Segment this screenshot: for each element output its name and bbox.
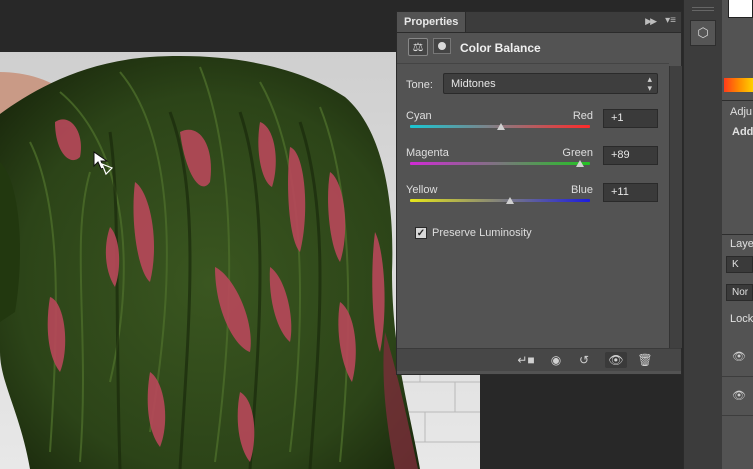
- lock-label: Lock: [730, 313, 753, 325]
- cyan-red-value-field[interactable]: +1: [603, 109, 658, 128]
- visibility-eye-icon[interactable]: 👁: [605, 352, 627, 368]
- slider-label-yellow: Yellow: [406, 184, 438, 196]
- layer-visibility-eye-icon[interactable]: 👁: [732, 389, 746, 402]
- balance-scale-icon[interactable]: ⚖: [408, 38, 428, 56]
- double-chevron-right-icon[interactable]: ▶▶: [645, 16, 657, 27]
- properties-footer: ↵■ ◉ ↺ 👁 🗑: [397, 348, 681, 371]
- panel-scrollbar[interactable]: [669, 66, 682, 348]
- magenta-green-track[interactable]: [410, 162, 590, 165]
- adjustment-title: Color Balance: [460, 41, 541, 55]
- preserve-luminosity-label: Preserve Luminosity: [432, 227, 532, 239]
- cyan-red-thumb[interactable]: [496, 123, 505, 130]
- clip-to-layer-icon[interactable]: ↵■: [515, 352, 537, 368]
- magenta-green-value-field[interactable]: +89: [603, 146, 658, 165]
- tone-value: Midtones: [451, 78, 496, 90]
- blend-mode-select[interactable]: Nor: [726, 284, 753, 301]
- view-previous-state-icon[interactable]: ◉: [545, 352, 567, 368]
- layers-panel-title[interactable]: Laye: [730, 238, 753, 250]
- slider-label-cyan: Cyan: [406, 110, 432, 122]
- tone-dropdown[interactable]: Midtones ▴ ▾: [443, 73, 658, 94]
- panel-tab-bar: Properties ▶▶ ▾≡: [397, 12, 681, 33]
- properties-dock-icon[interactable]: ⬡: [690, 20, 716, 46]
- reset-icon[interactable]: ↺: [573, 352, 595, 368]
- slider-label-green: Green: [562, 147, 593, 159]
- yellow-blue-thumb[interactable]: [505, 197, 514, 204]
- panel-divider: [722, 234, 753, 235]
- magenta-green-thumb[interactable]: [576, 160, 585, 167]
- tone-label: Tone:: [406, 79, 433, 91]
- yellow-blue-value-field[interactable]: +11: [603, 183, 658, 202]
- preserve-luminosity-checkbox[interactable]: ✓: [415, 227, 427, 239]
- panel-divider: [722, 100, 753, 101]
- layer-visibility-eye-icon[interactable]: 👁: [732, 350, 746, 363]
- panel-menu-icon[interactable]: ▾≡: [665, 15, 676, 26]
- yellow-blue-track[interactable]: [410, 199, 590, 202]
- header-divider: [397, 63, 669, 64]
- tab-properties[interactable]: Properties: [397, 12, 467, 32]
- layer-filter-field[interactable]: K: [726, 256, 753, 273]
- slider-label-red: Red: [572, 110, 593, 122]
- color-spectrum-bar[interactable]: [724, 78, 753, 92]
- layer-row[interactable]: 👁: [722, 377, 753, 416]
- slider-label-blue: Blue: [570, 184, 593, 196]
- properties-header: ⚖ Color Balance: [397, 33, 669, 61]
- layer-row[interactable]: 👁: [722, 338, 753, 377]
- properties-panel: Properties ▶▶ ▾≡ ⚖ Color Balance Tone: M…: [396, 11, 682, 375]
- right-panel-column: Adju Add Laye K Nor Lock 👁 👁: [722, 0, 753, 469]
- adjustments-panel-title[interactable]: Adju: [730, 106, 752, 118]
- add-adjustment-label: Add: [732, 126, 753, 138]
- collapsed-panel-dock: ⬡: [683, 0, 723, 469]
- blend-mode-value: Nor: [732, 287, 749, 298]
- yellow-blue-slider-row: Yellow Blue +11: [406, 183, 658, 220]
- foreground-color-swatch[interactable]: [728, 0, 753, 18]
- slider-label-magenta: Magenta: [406, 147, 449, 159]
- color-sample-cursor-icon: [93, 151, 114, 176]
- layer-mask-icon[interactable]: [433, 38, 451, 54]
- dock-grip[interactable]: [692, 7, 714, 11]
- filter-kind-text: K: [732, 259, 739, 270]
- trash-icon[interactable]: 🗑: [634, 352, 656, 368]
- cyan-red-slider-row: Cyan Red +1: [406, 109, 658, 146]
- updown-arrows-icon: ▴ ▾: [647, 74, 652, 93]
- magenta-green-slider-row: Magenta Green +89: [406, 146, 658, 183]
